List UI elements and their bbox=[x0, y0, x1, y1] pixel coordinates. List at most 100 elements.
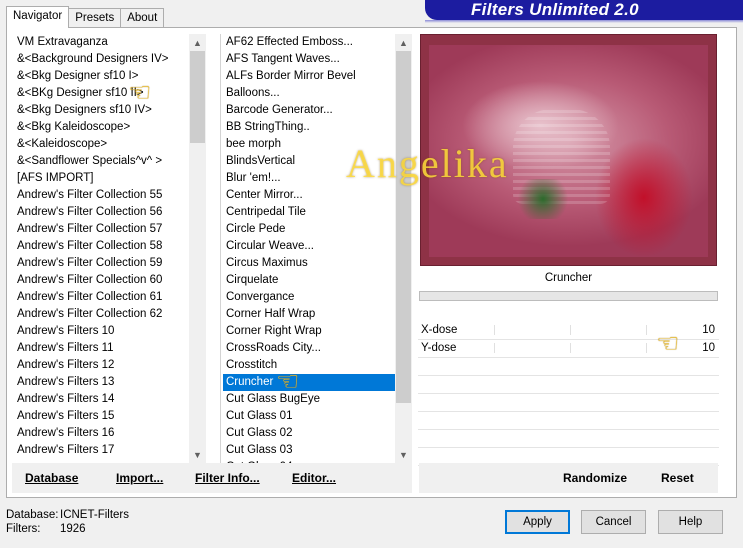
category-items: VM Extravaganza &<Background Designers IV… bbox=[12, 34, 189, 459]
filter-list[interactable]: AF62 Effected Emboss... AFS Tangent Waves… bbox=[220, 34, 412, 463]
category-list[interactable]: VM Extravaganza &<Background Designers IV… bbox=[12, 34, 206, 463]
category-list-item[interactable]: Andrew's Filters 13 bbox=[12, 374, 189, 391]
preset-toolbar: Randomize Reset bbox=[419, 463, 718, 493]
category-scrollbar[interactable]: ▲ ▼ bbox=[189, 34, 206, 463]
category-list-item[interactable]: &<Background Designers IV> bbox=[12, 51, 189, 68]
editor-button[interactable]: Editor... bbox=[292, 469, 336, 487]
category-list-item[interactable]: &<Kaleidoscope> bbox=[12, 136, 189, 153]
import-button[interactable]: Import... bbox=[116, 469, 163, 487]
category-list-item[interactable]: Andrew's Filters 12 bbox=[12, 357, 189, 374]
category-list-item[interactable]: &<Sandflower Specials^v^ > bbox=[12, 153, 189, 170]
category-list-item[interactable]: Andrew's Filters 11 bbox=[12, 340, 189, 357]
pointing-hand-icon: ☜ bbox=[128, 77, 152, 107]
tab-presets[interactable]: Presets bbox=[68, 8, 122, 28]
filter-list-item[interactable]: AF62 Effected Emboss... bbox=[221, 34, 395, 51]
filter-list-item[interactable]: Center Mirror... bbox=[221, 187, 395, 204]
param-row-empty bbox=[418, 394, 719, 412]
category-list-item[interactable]: Andrew's Filters 16 bbox=[12, 425, 189, 442]
category-list-item[interactable]: &<Bkg Kaleidoscope> bbox=[12, 119, 189, 136]
scroll-down-icon[interactable]: ▼ bbox=[395, 446, 412, 463]
pointing-hand-icon: ☜ bbox=[656, 328, 680, 358]
status-area: Database: ICNET-Filters Filters: 1926 bbox=[6, 508, 129, 536]
filter-list-item[interactable]: BB StringThing.. bbox=[221, 119, 395, 136]
filter-list-item[interactable]: Circle Pede bbox=[221, 221, 395, 238]
filter-list-item[interactable]: Balloons... bbox=[221, 85, 395, 102]
category-list-item[interactable]: Andrew's Filters 17 bbox=[12, 442, 189, 459]
category-list-item[interactable]: Andrew's Filter Collection 61 bbox=[12, 289, 189, 306]
category-list-item[interactable]: Andrew's Filter Collection 56 bbox=[12, 204, 189, 221]
scroll-up-icon[interactable]: ▲ bbox=[189, 34, 206, 51]
category-list-item[interactable]: Andrew's Filter Collection 60 bbox=[12, 272, 189, 289]
tab-navigator[interactable]: Navigator bbox=[6, 6, 70, 28]
database-button[interactable]: Database bbox=[25, 469, 78, 487]
navigator-toolbar: Database Import... Filter Info... Editor… bbox=[12, 463, 412, 493]
filter-list-item[interactable]: Corner Half Wrap bbox=[221, 306, 395, 323]
filter-list-item[interactable]: Circus Maximus bbox=[221, 255, 395, 272]
filters-count: 1926 bbox=[60, 523, 86, 535]
filter-list-item[interactable]: Cut Glass BugEye bbox=[221, 391, 395, 408]
category-list-item[interactable]: Andrew's Filters 10 bbox=[12, 323, 189, 340]
database-value: ICNET-Filters bbox=[60, 509, 129, 521]
category-list-item[interactable]: &<Bkg Designers sf10 IV> bbox=[12, 102, 189, 119]
category-list-item[interactable]: Andrew's Filter Collection 59 bbox=[12, 255, 189, 272]
filter-list-item[interactable]: Cirquelate bbox=[221, 272, 395, 289]
preview-image[interactable] bbox=[429, 45, 708, 257]
filter-info-button[interactable]: Filter Info... bbox=[195, 469, 260, 487]
category-list-item[interactable]: &<Bkg Designer sf10 I> bbox=[12, 68, 189, 85]
filter-list-item[interactable]: Blur 'em!... bbox=[221, 170, 395, 187]
filter-list-item[interactable]: BlindsVertical bbox=[221, 153, 395, 170]
apply-button[interactable]: Apply bbox=[505, 510, 570, 534]
filter-list-item[interactable]: Crosstitch bbox=[221, 357, 395, 374]
app-title-banner: Filters Unlimited 2.0 bbox=[425, 0, 743, 23]
filter-list-item[interactable]: Cut Glass 03 bbox=[221, 442, 395, 459]
category-list-item[interactable]: Andrew's Filter Collection 58 bbox=[12, 238, 189, 255]
slider-tick bbox=[570, 325, 571, 335]
tab-about[interactable]: About bbox=[120, 8, 165, 28]
category-list-item[interactable]: Andrew's Filters 15 bbox=[12, 408, 189, 425]
filter-list-item[interactable]: ALFs Border Mirror Bevel bbox=[221, 68, 395, 85]
category-list-item[interactable]: Andrew's Filter Collection 57 bbox=[12, 221, 189, 238]
tab-bar: Navigator Presets About bbox=[6, 6, 165, 28]
filter-scroll-thumb[interactable] bbox=[396, 51, 411, 403]
category-list-item[interactable]: &<BKg Designer sf10 II> bbox=[12, 85, 189, 102]
filter-list-item[interactable]: CrossRoads City... bbox=[221, 340, 395, 357]
filter-name-label: Cruncher bbox=[544, 272, 593, 284]
filter-list-item[interactable]: bee morph bbox=[221, 136, 395, 153]
slider-tick bbox=[570, 343, 571, 353]
progress-bar bbox=[419, 291, 718, 301]
filter-list-item[interactable]: Centripedal Tile bbox=[221, 204, 395, 221]
param-name: Y-dose bbox=[421, 342, 457, 354]
filter-list-item[interactable]: Cruncher bbox=[223, 374, 395, 391]
filter-scrollbar[interactable]: ▲ ▼ bbox=[395, 34, 412, 463]
scroll-up-icon[interactable]: ▲ bbox=[395, 34, 412, 51]
filter-list-item[interactable]: Cut Glass 01 bbox=[221, 408, 395, 425]
filter-list-item[interactable]: Cut Glass 02 bbox=[221, 425, 395, 442]
filter-list-item[interactable]: AFS Tangent Waves... bbox=[221, 51, 395, 68]
slider-tick bbox=[494, 325, 495, 335]
slider-tick bbox=[646, 325, 647, 335]
filters-label: Filters: bbox=[6, 523, 41, 535]
category-list-item[interactable]: VM Extravaganza bbox=[12, 34, 189, 51]
filter-list-item[interactable]: Convergance bbox=[221, 289, 395, 306]
param-row-empty bbox=[418, 376, 719, 394]
param-value: 10 bbox=[702, 342, 715, 354]
pointing-hand-icon: ☜ bbox=[276, 366, 300, 396]
category-scroll-thumb[interactable] bbox=[190, 51, 205, 143]
filter-items: AF62 Effected Emboss... AFS Tangent Waves… bbox=[221, 34, 395, 463]
scroll-down-icon[interactable]: ▼ bbox=[189, 446, 206, 463]
param-row-empty bbox=[418, 358, 719, 376]
param-row-empty bbox=[418, 412, 719, 430]
category-list-item[interactable]: [AFS IMPORT] bbox=[12, 170, 189, 187]
category-list-item[interactable]: Andrew's Filters 14 bbox=[12, 391, 189, 408]
filter-list-item[interactable]: Corner Right Wrap bbox=[221, 323, 395, 340]
slider-tick bbox=[646, 343, 647, 353]
cancel-button[interactable]: Cancel bbox=[581, 510, 646, 534]
filter-list-item[interactable]: Circular Weave... bbox=[221, 238, 395, 255]
category-list-item[interactable]: Andrew's Filter Collection 62 bbox=[12, 306, 189, 323]
category-list-item[interactable]: Andrew's Filter Collection 55 bbox=[12, 187, 189, 204]
help-button[interactable]: Help bbox=[658, 510, 723, 534]
reset-button[interactable]: Reset bbox=[661, 469, 694, 487]
preview-frame bbox=[420, 34, 717, 266]
filter-list-item[interactable]: Barcode Generator... bbox=[221, 102, 395, 119]
randomize-button[interactable]: Randomize bbox=[563, 469, 627, 487]
